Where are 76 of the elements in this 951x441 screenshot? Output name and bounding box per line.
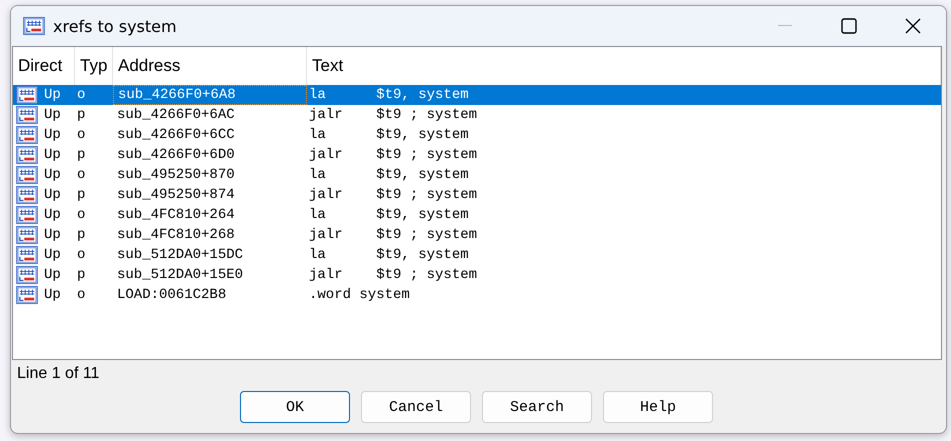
- xref-row[interactable]: Up o sub_4FC810+264 la $t9, system: [13, 205, 941, 225]
- xref-row[interactable]: Up p sub_4FC810+268 jalr $t9 ; system: [13, 225, 941, 245]
- table-cell-text: sub_4266F0+6D0: [116, 146, 236, 165]
- table-cell: Up: [44, 167, 61, 183]
- table-cell: Up: [44, 207, 61, 223]
- table-cell: Up: [44, 247, 61, 263]
- xref-row[interactable]: Up o LOAD:0061C2B8 .word system: [13, 285, 941, 305]
- table-cell-text: o: [76, 86, 86, 105]
- table-cell-text: jalr $t9 ; system: [308, 266, 478, 285]
- xref-row[interactable]: Up o sub_495250+870 la $t9, system: [13, 165, 941, 185]
- table-cell-text: sub_495250+870: [116, 166, 236, 185]
- table-cell-text: sub_512DA0+15E0: [116, 266, 244, 285]
- table-cell-text: p: [76, 266, 86, 285]
- table-cell-text: o: [76, 286, 86, 305]
- xref-row[interactable]: Up p sub_4266F0+6D0 jalr $t9 ; system: [13, 145, 941, 165]
- table-cell-text: jalr $t9 ; system: [308, 146, 478, 165]
- dialog-button[interactable]: Cancel: [361, 391, 471, 423]
- xref-icon: [15, 106, 39, 124]
- table-cell-text: o: [76, 246, 86, 265]
- table-cell-text: o: [76, 206, 86, 225]
- table-cell-text: p: [76, 106, 86, 125]
- xref-row[interactable]: Up p sub_512DA0+15E0 jalr $t9 ; system: [13, 265, 941, 285]
- table-cell-text: p: [76, 226, 86, 245]
- table-cell-text: jalr $t9 ; system: [308, 106, 478, 125]
- minimize-icon: [778, 25, 792, 27]
- table-cell-text: la $t9, system: [308, 86, 470, 105]
- maximize-icon: [841, 18, 857, 34]
- table-cell-text: LOAD:0061C2B8: [116, 286, 228, 305]
- table-cell: Up: [44, 227, 61, 243]
- xref-icon: [15, 186, 39, 204]
- xref-icon: [15, 86, 39, 104]
- xref-row[interactable]: Up o sub_512DA0+15DC la $t9, system: [13, 245, 941, 265]
- table-cell-text: sub_4FC810+264: [116, 206, 236, 225]
- dialog-button[interactable]: Search: [482, 391, 592, 423]
- table-cell-text: p: [76, 146, 86, 165]
- table-cell-text: la $t9, system: [308, 166, 470, 185]
- table-cell: Up: [44, 107, 61, 123]
- xref-row[interactable]: Up p sub_495250+874 jalr $t9 ; system: [13, 185, 941, 205]
- table-cell: Up: [44, 187, 61, 203]
- table-cell-text: p: [76, 186, 86, 205]
- table-cell-text: jalr $t9 ; system: [308, 226, 478, 245]
- table-cell: Up: [44, 287, 61, 303]
- close-icon: [905, 18, 921, 34]
- window-title: xrefs to system: [53, 16, 177, 36]
- table-cell-text: sub_4266F0+6AC: [116, 106, 236, 125]
- dialog-button[interactable]: OK: [240, 391, 350, 423]
- xref-icon: [15, 206, 39, 224]
- table-cell: Up: [44, 127, 61, 143]
- xref-icon: [15, 146, 39, 164]
- table-cell-text: la $t9, system: [308, 246, 470, 265]
- table-cell-text: sub_495250+874: [116, 186, 236, 205]
- dialog-button[interactable]: Help: [603, 391, 713, 423]
- xref-icon: [15, 226, 39, 244]
- table-cell: sub_4266F0+6A8: [113, 85, 307, 105]
- xref-icon: [15, 126, 39, 144]
- xref-icon: [15, 266, 39, 284]
- xref-icon: [15, 286, 39, 304]
- xref-icon: [15, 166, 39, 184]
- table-cell-text: sub_4266F0+6CC: [116, 126, 236, 145]
- xref-row[interactable]: Up o sub_4266F0+6A8 la $t9, system: [13, 85, 941, 105]
- table-cell: Up: [44, 147, 61, 163]
- table-cell-text: sub_4FC810+268: [116, 226, 236, 245]
- xref-row[interactable]: Up o sub_4266F0+6CC la $t9, system: [13, 125, 941, 145]
- table-cell-text: o: [76, 126, 86, 145]
- xref-row[interactable]: Up p sub_4266F0+6AC jalr $t9 ; system: [13, 105, 941, 125]
- xref-icon: [23, 17, 45, 35]
- table-cell-text: la $t9, system: [308, 206, 470, 225]
- table-cell-text: o: [76, 166, 86, 185]
- table-cell-text: la $t9, system: [308, 126, 470, 145]
- table-cell-text: jalr $t9 ; system: [308, 186, 478, 205]
- status-text: Line 1 of 11: [16, 364, 100, 384]
- table-cell: Up: [44, 267, 61, 283]
- xref-icon: [15, 246, 39, 264]
- table-cell-text: .word system: [308, 286, 411, 305]
- table-cell-text: sub_512DA0+15DC: [116, 246, 244, 265]
- table-cell: Up: [44, 87, 61, 103]
